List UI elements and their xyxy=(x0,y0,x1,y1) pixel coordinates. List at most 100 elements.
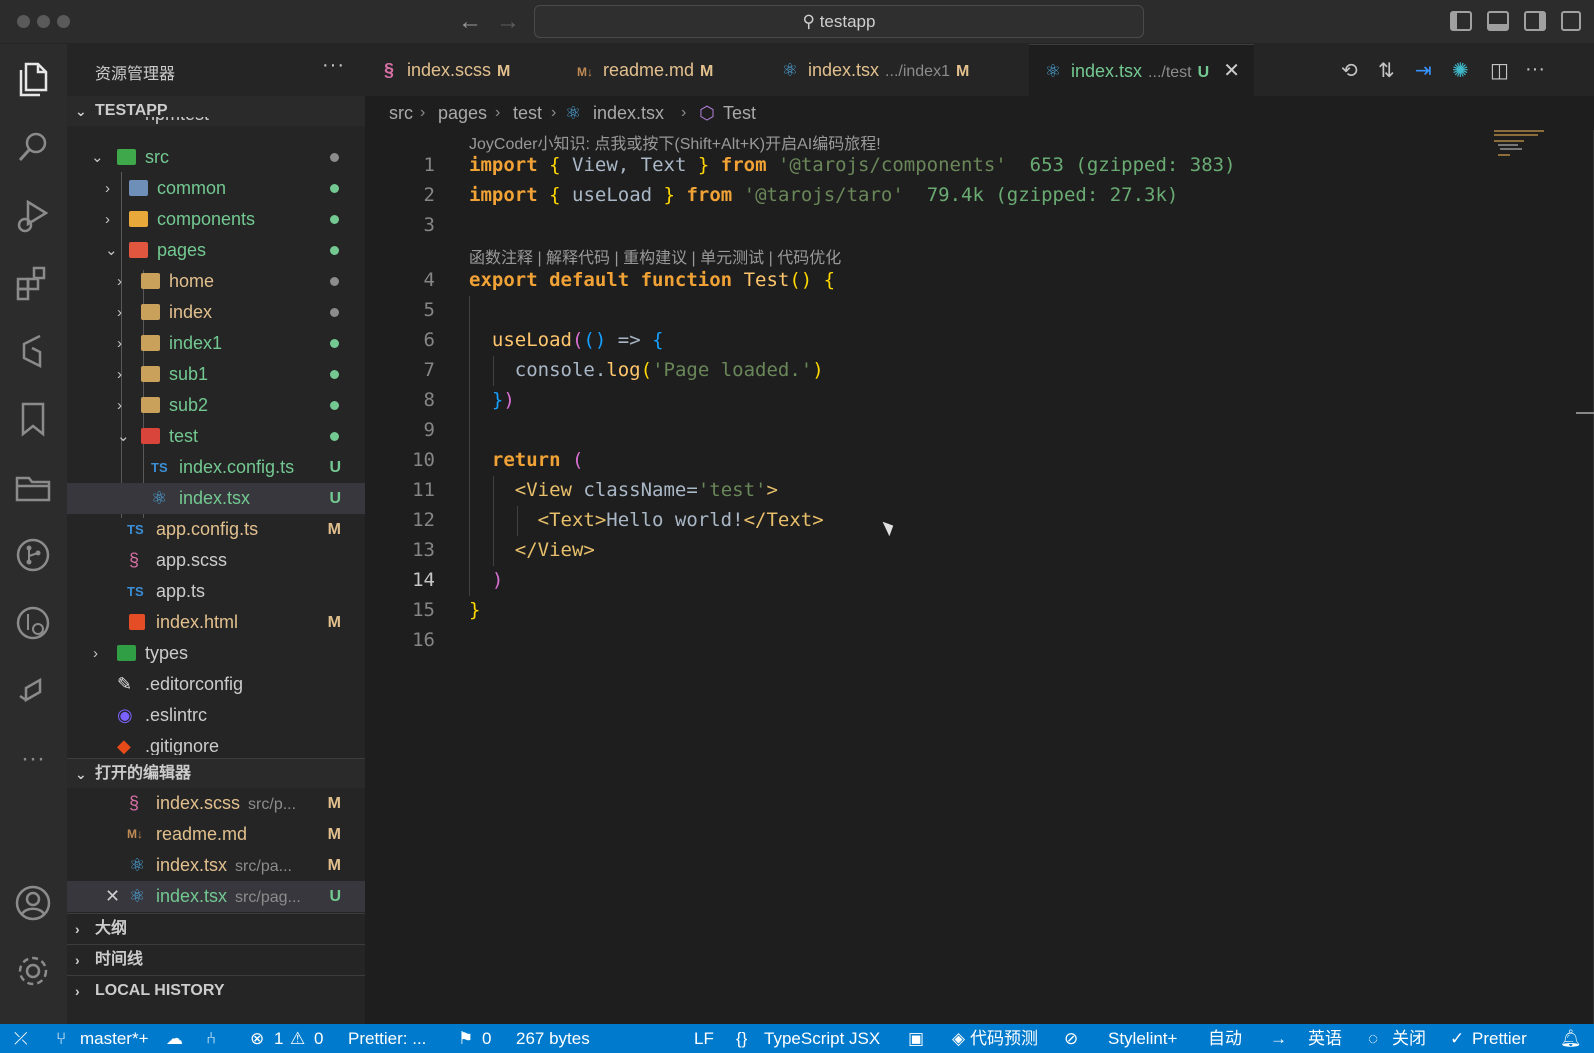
split-editor-icon[interactable]: ◫ xyxy=(1490,58,1509,83)
toggle-secondary-sidebar-icon[interactable] xyxy=(1524,11,1546,31)
compare-changes-icon[interactable]: ⇅ xyxy=(1378,58,1395,83)
line-ending[interactable]: LF xyxy=(694,1024,714,1053)
tree-item-app-ts[interactable]: TS app.ts xyxy=(67,576,365,607)
stylelint-status[interactable]: Stylelint+ xyxy=(1108,1024,1177,1053)
joycoder-tip[interactable]: JoyCoder小知识: 点我或按下(Shift+Alt+K)开启AI编码旅程! xyxy=(469,130,881,154)
toggle-panel-icon[interactable] xyxy=(1487,11,1509,31)
open-editor-item-active[interactable]: ✕ ⚛ index.tsx src/pag... U xyxy=(67,881,365,912)
git-graph-icon[interactable]: ⑃ xyxy=(206,1024,216,1053)
breadcrumb-item[interactable]: index.tsx xyxy=(593,96,664,130)
tree-item-index[interactable]: › index xyxy=(67,297,365,328)
open-editor-item[interactable]: ⚛ index.tsx src/pa... M xyxy=(67,850,365,881)
codelens-actions[interactable]: 函数注释 | 解释代码 | 重构建议 | 单元测试 | 代码优化 xyxy=(469,244,841,268)
tree-item-components[interactable]: › components xyxy=(67,204,365,235)
window-zoom-button[interactable] xyxy=(57,15,70,28)
section-timeline[interactable]: › 时间线 xyxy=(67,944,365,974)
tree-item-common[interactable]: › common xyxy=(67,173,365,204)
target-language[interactable]: 英语 xyxy=(1308,1024,1342,1053)
code-editor[interactable]: JoyCoder小知识: 点我或按下(Shift+Alt+K)开启AI编码旅程!… xyxy=(365,130,1594,1024)
tree-item-index1[interactable]: › index1 xyxy=(67,328,365,359)
error-count[interactable]: 1 xyxy=(274,1024,283,1053)
account-icon[interactable] xyxy=(12,882,54,924)
open-changes-icon[interactable]: ⇥ xyxy=(1415,58,1432,83)
command-center-search[interactable]: ⚲ testapp xyxy=(534,5,1144,38)
warning-count[interactable]: 0 xyxy=(314,1024,323,1053)
more-actions-icon[interactable]: ··· xyxy=(1525,58,1545,81)
breadcrumb-item[interactable]: test xyxy=(513,96,542,130)
window-close-button[interactable] xyxy=(17,15,30,28)
copilot-off-icon[interactable]: ⊘ xyxy=(1064,1024,1078,1053)
tab-index-tsx-test[interactable]: ⚛ index.tsx .../test U ✕ xyxy=(1029,44,1254,96)
tree-item-home[interactable]: › home xyxy=(67,266,365,297)
run-debug-icon[interactable] xyxy=(12,194,54,236)
tree-item-gitignore[interactable]: ◆ .gitignore xyxy=(67,731,365,755)
tree-item-app-scss[interactable]: § app.scss xyxy=(67,545,365,576)
customize-layout-icon[interactable] xyxy=(1561,11,1581,31)
explorer-icon[interactable] xyxy=(12,58,54,100)
close-toggle[interactable]: 关闭 xyxy=(1392,1024,1426,1053)
react-file-icon: ⚛ xyxy=(129,886,146,906)
more-icon[interactable]: ··· xyxy=(12,738,54,780)
code-predict-status[interactable]: 代码预测 xyxy=(970,1024,1038,1053)
bell-icon[interactable]: 🔔︎ xyxy=(1560,1024,1582,1053)
window-minimize-button[interactable] xyxy=(37,15,50,28)
tree-item-sub1[interactable]: › sub1 xyxy=(67,359,365,390)
minimap[interactable] xyxy=(1494,130,1564,170)
terminal-icon[interactable]: ▣ xyxy=(908,1024,924,1053)
close-icon[interactable]: ✕ xyxy=(1223,60,1240,82)
ports-count[interactable]: 0 xyxy=(482,1024,491,1053)
tree-item-index-html[interactable]: index.html M xyxy=(67,607,365,638)
joycoder-icon[interactable] xyxy=(12,330,54,372)
bookmarks-icon[interactable] xyxy=(12,398,54,440)
code-line: console.log('Page loaded.') xyxy=(514,359,824,381)
section-local-history[interactable]: › LOCAL HISTORY xyxy=(67,975,365,1005)
history-icon[interactable]: ⟲ xyxy=(1341,58,1358,83)
tree-item-test[interactable]: ⌄ test xyxy=(67,421,365,452)
tree-item-src[interactable]: ⌄ src xyxy=(67,142,365,173)
remote-icon[interactable] xyxy=(12,670,54,712)
folder-test-icon xyxy=(141,428,160,444)
breadcrumb-item[interactable]: pages xyxy=(438,96,487,130)
open-editor-item[interactable]: § index.scss src/p... M xyxy=(67,788,365,819)
tree-item-eslintrc[interactable]: ◉ .eslintrc xyxy=(67,700,365,731)
tree-item-index-tsx[interactable]: ⚛ index.tsx U xyxy=(67,483,365,514)
tab-index-tsx-index1[interactable]: ⚛ index.tsx .../index1 M xyxy=(780,44,969,96)
tree-item-npmtest[interactable]: npmtest xyxy=(67,117,365,133)
ai-chat-icon[interactable]: ✺ xyxy=(1452,58,1469,83)
tree-item-index-config-ts[interactable]: TS index.config.ts U xyxy=(67,452,365,483)
git-search-icon[interactable] xyxy=(12,602,54,644)
tab-readme-md[interactable]: M↓ readme.md M xyxy=(575,44,713,96)
section-open-editors[interactable]: ⌄ 打开的编辑器 xyxy=(67,758,365,788)
search-text: testapp xyxy=(819,12,876,31)
arrow-right-icon[interactable]: → xyxy=(496,8,520,36)
open-editor-item[interactable]: M↓ readme.md M xyxy=(67,819,365,850)
settings-gear-icon[interactable] xyxy=(12,950,54,992)
search-icon[interactable] xyxy=(12,126,54,168)
language-mode[interactable]: TypeScript JSX xyxy=(764,1024,880,1053)
tree-item-app-config-ts[interactable]: TS app.config.ts M xyxy=(67,514,365,545)
extensions-icon[interactable] xyxy=(12,262,54,304)
section-outline[interactable]: › 大纲 xyxy=(67,913,365,943)
tree-item-sub2[interactable]: › sub2 xyxy=(67,390,365,421)
sync-cloud-icon[interactable]: ☁ xyxy=(166,1024,183,1053)
auto-status[interactable]: 自动 xyxy=(1208,1024,1242,1053)
breadcrumb-item[interactable]: Test xyxy=(723,96,756,130)
folders-icon[interactable] xyxy=(12,466,54,508)
breadcrumb-item[interactable]: src xyxy=(389,96,413,130)
arrow-left-icon[interactable]: ← xyxy=(458,8,482,36)
prettier-format-status[interactable]: Prettier xyxy=(1472,1024,1527,1053)
tree-item-pages[interactable]: ⌄ pages xyxy=(67,235,365,266)
git-graph-icon[interactable] xyxy=(12,534,54,576)
check-icon: ✓ xyxy=(1450,1029,1465,1048)
folder-icon xyxy=(141,304,160,320)
branch-status[interactable]: master*+ xyxy=(80,1024,149,1053)
tree-item-editorconfig[interactable]: ✎ .editorconfig xyxy=(67,669,365,700)
tab-index-scss[interactable]: § index.scss M xyxy=(379,44,510,96)
folder-common-icon xyxy=(129,180,148,196)
remote-indicator-icon[interactable]: ⤫ xyxy=(14,1024,28,1053)
sidebar-more-actions-button[interactable]: ··· xyxy=(322,54,345,77)
prettier-status[interactable]: Prettier: ... xyxy=(348,1024,426,1053)
tree-item-types[interactable]: › types xyxy=(67,638,365,669)
toggle-primary-sidebar-icon[interactable] xyxy=(1450,11,1472,31)
close-icon[interactable]: ✕ xyxy=(105,881,120,912)
